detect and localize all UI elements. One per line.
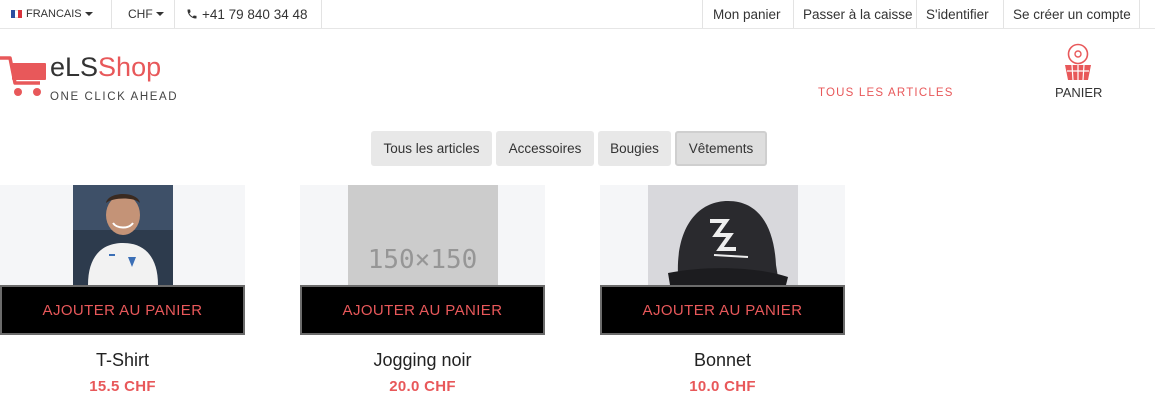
product-image-area bbox=[600, 185, 845, 285]
cart-label[interactable]: PANIER bbox=[1055, 85, 1102, 100]
france-flag-icon bbox=[11, 10, 23, 18]
register-link[interactable]: Se créer un compte bbox=[1013, 0, 1131, 28]
brand-tagline: ONE CLICK AHEAD bbox=[50, 91, 179, 103]
site-logo[interactable]: eLSShop bbox=[50, 51, 161, 83]
nav-all-articles-link[interactable]: TOUS LES ARTICLES bbox=[818, 87, 954, 99]
product-photo[interactable] bbox=[72, 185, 173, 285]
product-price: 20.0 CHF bbox=[389, 378, 456, 395]
language-label: FRANCAIS bbox=[26, 8, 82, 20]
top-bar: FRANCAIS CHF +41 79 840 34 48 Mon panier… bbox=[0, 0, 1155, 29]
filter-bougies[interactable]: Bougies bbox=[598, 131, 671, 166]
product-name[interactable]: T-Shirt bbox=[0, 350, 245, 371]
product-image-area: 150×150 bbox=[300, 185, 545, 285]
placeholder-size-label: 150×150 bbox=[367, 245, 478, 275]
add-to-cart-button[interactable]: AJOUTER AU PANIER bbox=[600, 285, 845, 335]
filter-vetements[interactable]: Vêtements bbox=[675, 131, 767, 166]
currency-selector[interactable]: CHF bbox=[128, 0, 164, 28]
checkout-link[interactable]: Passer à la caisse bbox=[803, 0, 913, 28]
chevron-down-icon bbox=[155, 12, 164, 16]
phone-icon bbox=[187, 9, 197, 19]
filter-accessoires[interactable]: Accessoires bbox=[496, 131, 594, 166]
product-price: 15.5 CHF bbox=[89, 378, 156, 395]
phone-contact[interactable]: +41 79 840 34 48 bbox=[186, 0, 307, 28]
basket-icon[interactable] bbox=[1063, 43, 1093, 83]
add-to-cart-button[interactable]: AJOUTER AU PANIER bbox=[300, 285, 545, 335]
add-to-cart-button[interactable]: AJOUTER AU PANIER bbox=[0, 285, 245, 335]
filter-all-articles[interactable]: Tous les articles bbox=[371, 131, 492, 166]
product-name[interactable]: Bonnet bbox=[600, 350, 845, 371]
product-photo[interactable] bbox=[647, 185, 798, 285]
currency-label: CHF bbox=[128, 7, 153, 21]
placeholder-image[interactable]: 150×150 bbox=[347, 185, 498, 285]
brand-name-prefix: eLS bbox=[50, 52, 99, 82]
product-card: AJOUTER AU PANIER T-Shirt 15.5 CHF bbox=[0, 185, 245, 417]
my-cart-link[interactable]: Mon panier bbox=[713, 0, 781, 28]
language-selector[interactable]: FRANCAIS bbox=[11, 0, 93, 28]
product-name[interactable]: Jogging noir bbox=[300, 350, 545, 371]
chevron-down-icon bbox=[84, 12, 93, 16]
shopping-cart-icon[interactable] bbox=[0, 55, 48, 101]
product-card: AJOUTER AU PANIER Bonnet 10.0 CHF bbox=[600, 185, 845, 417]
product-card: 150×150 AJOUTER AU PANIER Jogging noir 2… bbox=[300, 185, 545, 417]
product-image-area bbox=[0, 185, 245, 285]
product-price: 10.0 CHF bbox=[689, 378, 756, 395]
brand-name-suffix: Shop bbox=[98, 52, 162, 82]
phone-number: +41 79 840 34 48 bbox=[202, 6, 308, 22]
login-link[interactable]: S'identifier bbox=[926, 0, 989, 28]
